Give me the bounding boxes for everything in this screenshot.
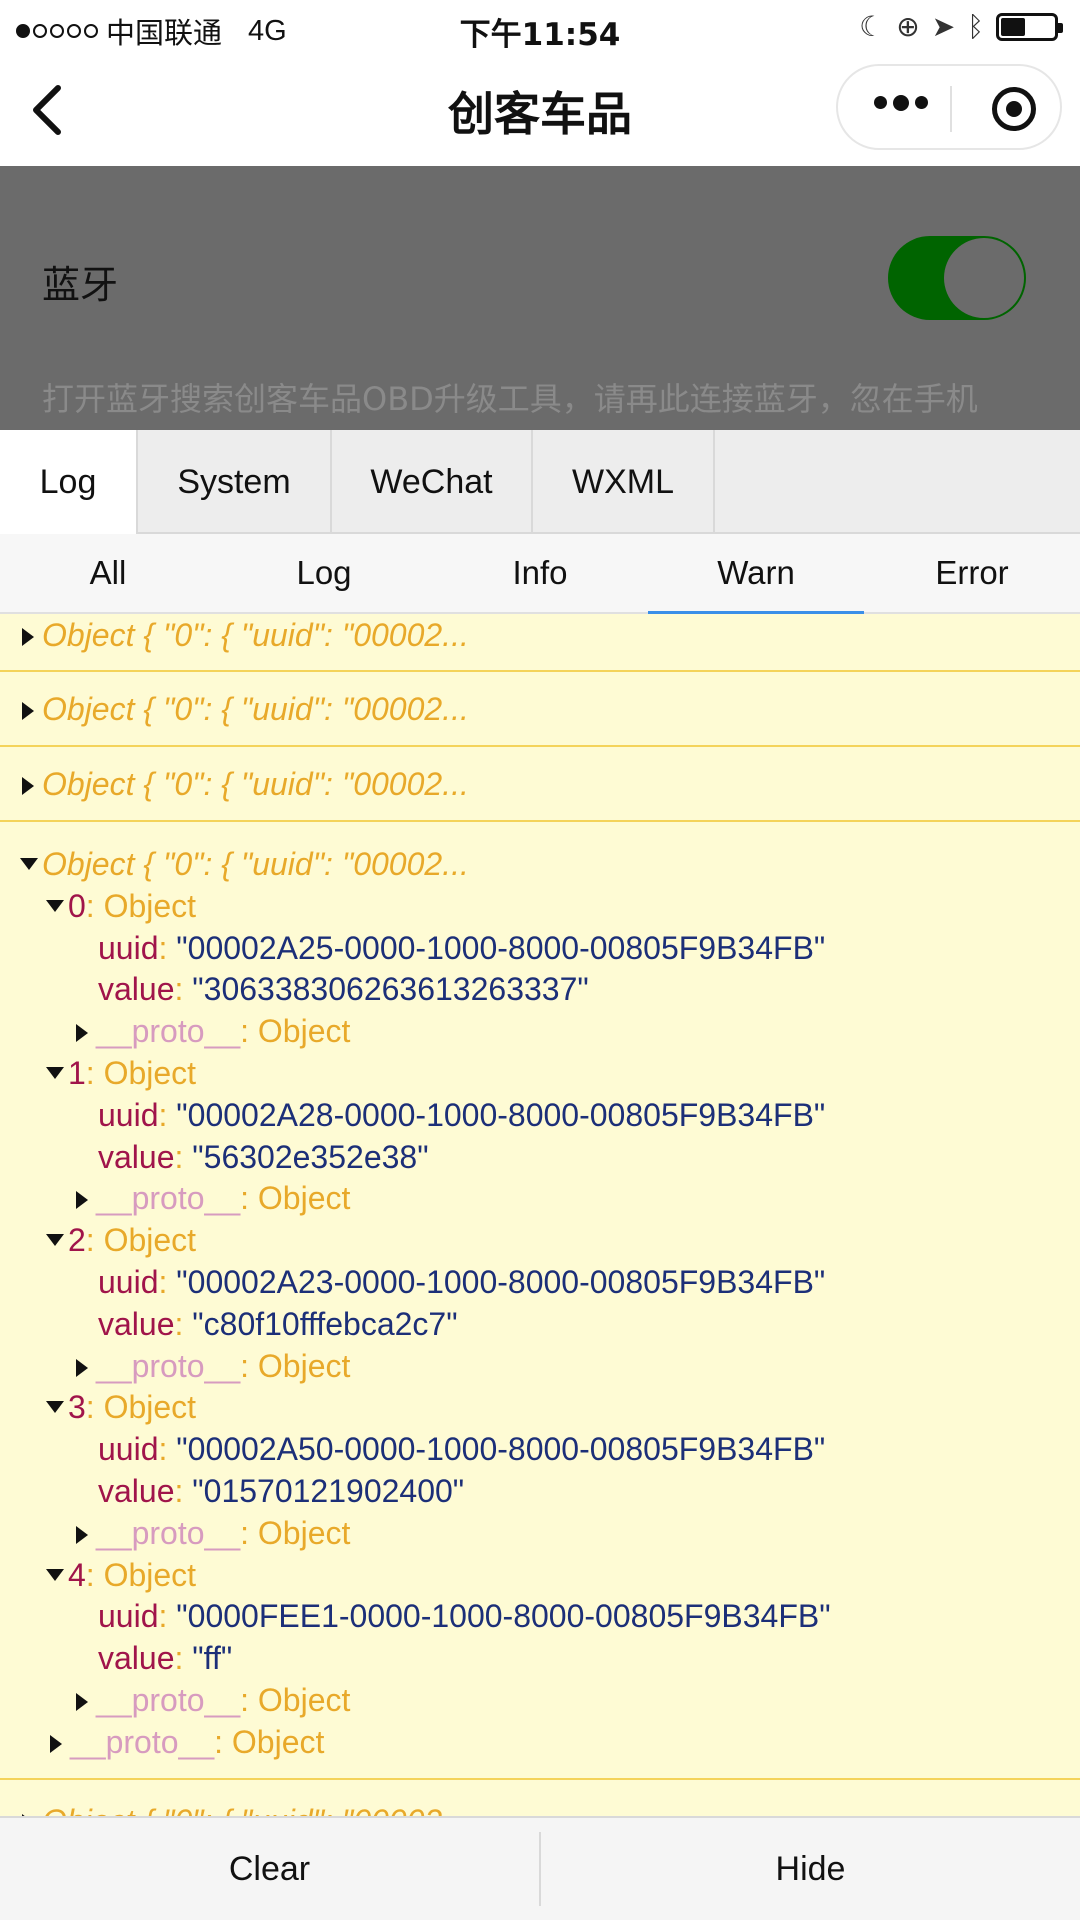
proto-type: Object — [257, 1347, 351, 1384]
proto-row[interactable]: __proto__: Object — [22, 1722, 1080, 1764]
more-options-icon[interactable] — [874, 95, 928, 111]
log-entry[interactable]: Object { "0": { "uuid": "00002... — [0, 1780, 1080, 1816]
navigation-bar: 创客车品 — [0, 54, 1080, 166]
proto-key: __proto__ — [70, 1723, 215, 1760]
expand-arrow-icon[interactable] — [22, 628, 34, 646]
collapse-arrow-icon[interactable] — [46, 1568, 64, 1581]
log-entry-expanded[interactable]: Object { "0": { "uuid": "00002... 0: Obj… — [0, 822, 1080, 1780]
log-entry[interactable]: Object { "0": { "uuid": "00002... — [0, 614, 1080, 672]
proto-type: Object — [257, 1514, 351, 1551]
tab-wechat[interactable]: WeChat — [332, 430, 533, 534]
item-index: 3 — [68, 1389, 86, 1426]
uuid-value: "00002A28-0000-1000-8000-00805F9B34FB" — [176, 1096, 826, 1133]
value-value: "01570121902400" — [192, 1472, 465, 1509]
status-bar: 中国联通 4G 下午11:54 ☾ ⊕ ➤ ᛒ — [0, 0, 1080, 54]
log-entry[interactable]: Object { "0": { "uuid": "00002... — [0, 747, 1080, 822]
log-summary: Object { "0": { "uuid": "00002... — [42, 766, 469, 802]
console-tabs: Log System WeChat WXML — [0, 430, 1080, 534]
item-type: Object — [103, 1054, 197, 1091]
proto-type: Object — [257, 1180, 351, 1217]
capsule-divider — [950, 86, 952, 132]
proto-key: __proto__ — [96, 1514, 241, 1551]
bluetooth-toggle[interactable] — [888, 236, 1026, 320]
do-not-disturb-icon: ☾ — [859, 11, 885, 42]
proto-type: Object — [257, 1013, 351, 1050]
filter-error[interactable]: Error — [864, 534, 1080, 612]
value-key: value — [98, 971, 175, 1008]
uuid-key: uuid — [98, 929, 159, 966]
log-summary: Object { "0": { "uuid": "00002... — [42, 691, 469, 727]
uuid-key: uuid — [98, 1096, 159, 1133]
tab-system[interactable]: System — [138, 430, 332, 534]
proto-key: __proto__ — [96, 1347, 241, 1384]
status-right: ☾ ⊕ ➤ ᛒ — [859, 10, 1063, 43]
log-summary: Object { "0": { "uuid": "00002... — [42, 846, 469, 882]
console-toolbar: Clear Hide — [0, 1816, 1080, 1920]
uuid-value: "00002A50-0000-1000-8000-00805F9B34FB" — [176, 1431, 826, 1468]
value-key: value — [98, 1640, 175, 1677]
bluetooth-hint-text: 打开蓝牙搜索创客车品OBD升级工具，请再此连接蓝牙，忽在手机 — [42, 380, 978, 418]
tab-log[interactable]: Log — [0, 430, 138, 534]
proto-row[interactable]: __proto__: Object — [22, 1178, 1080, 1220]
bluetooth-icon: ᛒ — [967, 10, 984, 42]
value-key: value — [98, 1305, 175, 1342]
log-entry[interactable]: Object { "0": { "uuid": "00002... — [0, 672, 1080, 747]
rotation-lock-icon: ⊕ — [896, 11, 920, 42]
item-type: Object — [103, 1556, 197, 1593]
expand-arrow-icon[interactable] — [22, 702, 34, 720]
filter-all[interactable]: All — [0, 534, 216, 612]
uuid-key: uuid — [98, 1598, 159, 1635]
proto-type: Object — [257, 1681, 351, 1718]
filter-log[interactable]: Log — [216, 534, 432, 612]
proto-key: __proto__ — [96, 1180, 241, 1217]
value-value: "306338306263613263337" — [192, 971, 589, 1008]
proto-row[interactable]: __proto__: Object — [22, 1346, 1080, 1388]
value-value: "ff" — [192, 1640, 233, 1677]
uuid-key: uuid — [98, 1431, 159, 1468]
battery-icon — [996, 12, 1063, 41]
close-mini-program-icon[interactable] — [992, 87, 1036, 131]
value-value: "c80f10fffebca2c7" — [192, 1305, 458, 1342]
collapse-arrow-icon[interactable] — [46, 1401, 64, 1414]
uuid-value: "00002A23-0000-1000-8000-00805F9B34FB" — [176, 1263, 826, 1300]
item-type: Object — [103, 1222, 197, 1259]
value-value: "56302e352e38" — [192, 1138, 429, 1175]
proto-row[interactable]: __proto__: Object — [22, 1011, 1080, 1053]
filter-warn[interactable]: Warn — [648, 534, 864, 614]
proto-row[interactable]: __proto__: Object — [22, 1513, 1080, 1555]
value-key: value — [98, 1138, 175, 1175]
collapse-arrow-icon[interactable] — [46, 1066, 64, 1079]
uuid-value: "00002A25-0000-1000-8000-00805F9B34FB" — [176, 929, 826, 966]
filter-info[interactable]: Info — [432, 534, 648, 612]
log-filter-tabs: All Log Info Warn Error — [0, 534, 1080, 614]
log-list: Object { "0": { "uuid": "00002... Object… — [0, 614, 1080, 1816]
tab-wxml[interactable]: WXML — [533, 430, 715, 534]
bluetooth-label: 蓝牙 — [42, 263, 119, 307]
mini-program-capsule — [836, 64, 1062, 150]
log-summary: Object { "0": { "uuid": "00002... — [42, 617, 469, 653]
item-type: Object — [103, 1389, 197, 1426]
item-index: 4 — [68, 1556, 86, 1593]
page-content-overlay: 蓝牙 打开蓝牙搜索创客车品OBD升级工具，请再此连接蓝牙，忽在手机 — [0, 166, 1080, 430]
clear-button[interactable]: Clear — [0, 1818, 539, 1920]
uuid-value: "0000FEE1-0000-1000-8000-00805F9B34FB" — [176, 1598, 831, 1635]
hide-button[interactable]: Hide — [541, 1818, 1080, 1920]
proto-key: __proto__ — [96, 1681, 241, 1718]
proto-row[interactable]: __proto__: Object — [22, 1680, 1080, 1722]
expand-arrow-icon[interactable] — [22, 777, 34, 795]
collapse-arrow-icon[interactable] — [46, 1234, 64, 1247]
proto-type: Object — [231, 1723, 325, 1760]
item-index: 1 — [68, 1054, 86, 1091]
location-icon: ➤ — [931, 11, 956, 42]
proto-key: __proto__ — [96, 1013, 241, 1050]
log-summary: Object { "0": { "uuid": "00002... — [42, 1803, 469, 1816]
collapse-arrow-icon[interactable] — [20, 858, 38, 870]
item-index: 0 — [68, 887, 86, 924]
item-index: 2 — [68, 1222, 86, 1259]
uuid-key: uuid — [98, 1263, 159, 1300]
collapse-arrow-icon[interactable] — [46, 899, 64, 912]
value-key: value — [98, 1472, 175, 1509]
item-type: Object — [103, 887, 197, 924]
